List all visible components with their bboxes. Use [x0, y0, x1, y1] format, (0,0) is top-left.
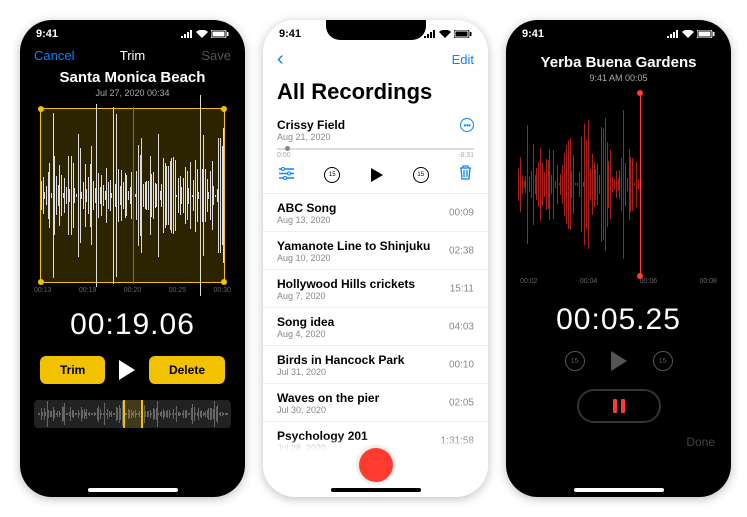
- trim-waveform[interactable]: [30, 108, 235, 283]
- recording-subtitle: Jul 27, 2020 00:34: [20, 88, 245, 98]
- status-time: 9:41: [279, 28, 301, 40]
- home-indicator[interactable]: [331, 488, 421, 492]
- scrub-end: -8:31: [458, 152, 474, 159]
- notch: [326, 20, 426, 40]
- play-icon[interactable]: [119, 360, 135, 380]
- save-button: Save: [201, 48, 231, 63]
- status-time: 9:41: [36, 28, 58, 40]
- skip-back-icon[interactable]: 15: [565, 351, 585, 371]
- elapsed-time: 00:05.25: [506, 303, 731, 337]
- skip-forward-icon[interactable]: 15: [413, 167, 429, 183]
- cancel-button[interactable]: Cancel: [34, 48, 74, 63]
- recording-item[interactable]: ABC Song Aug 13, 2020 00:09: [263, 194, 488, 232]
- phone-recording-screen: 9:41 Yerba Buena Gardens 9:41 AM 00:05 0…: [506, 20, 731, 497]
- status-icons: [424, 30, 472, 38]
- item-date: Aug 13, 2020: [277, 215, 474, 225]
- done-button[interactable]: Done: [686, 435, 715, 449]
- recording-title-block: Yerba Buena Gardens 9:41 AM 00:05: [506, 54, 731, 83]
- recording-list: ABC Song Aug 13, 2020 00:09Yamanote Line…: [263, 194, 488, 460]
- overview-strip[interactable]: [34, 400, 231, 428]
- trash-icon[interactable]: [459, 165, 472, 185]
- phone-trim-screen: 9:41 Cancel Trim Save Santa Monica Beach…: [20, 20, 245, 497]
- phone-list-screen: 9:41 ‹ Edit All Recordings Crissy Field …: [263, 20, 488, 497]
- more-icon[interactable]: •••: [460, 118, 474, 132]
- strip-selection[interactable]: [123, 400, 143, 428]
- item-date: Aug 7, 2020: [277, 291, 474, 301]
- item-duration: 02:05: [449, 397, 474, 408]
- item-title: Birds in Hancock Park: [277, 353, 474, 367]
- back-button[interactable]: ‹: [277, 48, 284, 71]
- scrubber[interactable]: [277, 148, 474, 150]
- trim-nav-bar: Cancel Trim Save: [20, 42, 245, 69]
- skip-forward-icon[interactable]: 15: [653, 351, 673, 371]
- item-date: Jul 31, 2020: [277, 367, 474, 377]
- item-date: Aug 4, 2020: [277, 329, 474, 339]
- list-title: All Recordings: [277, 79, 474, 105]
- list-header: All Recordings: [263, 77, 488, 111]
- status-icons: [667, 30, 715, 38]
- item-date: Aug 10, 2020: [277, 253, 474, 263]
- item-title: Song idea: [277, 315, 474, 329]
- status-icons: [181, 30, 229, 38]
- status-time: 9:41: [522, 28, 544, 40]
- recording-item[interactable]: Hollywood Hills crickets Aug 7, 2020 15:…: [263, 270, 488, 308]
- pause-icon: [613, 399, 625, 413]
- trim-button[interactable]: Trim: [40, 356, 105, 384]
- delete-button[interactable]: Delete: [149, 356, 225, 384]
- recording-expanded[interactable]: Crissy Field Aug 21, 2020 ••• 0:00 -8:31…: [263, 111, 488, 194]
- recording-name: Santa Monica Beach: [20, 69, 245, 86]
- recording-name: Yerba Buena Gardens: [506, 54, 731, 71]
- expanded-title: Crissy Field: [277, 118, 345, 132]
- playhead[interactable]: [133, 107, 134, 284]
- time-ticks: 00:1300:1900:2000:2500:30: [20, 287, 245, 294]
- item-title: ABC Song: [277, 201, 474, 215]
- item-duration: 02:38: [449, 245, 474, 256]
- home-indicator[interactable]: [88, 488, 178, 492]
- item-title: Waves on the pier: [277, 391, 474, 405]
- home-indicator[interactable]: [574, 488, 664, 492]
- skip-back-icon[interactable]: 15: [324, 167, 340, 183]
- record-button[interactable]: [356, 445, 396, 485]
- recording-item[interactable]: Song idea Aug 4, 2020 04:03: [263, 308, 488, 346]
- scrub-start: 0:00: [277, 152, 291, 159]
- edit-button[interactable]: Edit: [452, 52, 474, 67]
- recording-subtitle: 9:41 AM 00:05: [506, 73, 731, 83]
- record-button-area: [263, 437, 488, 485]
- item-date: Jul 30, 2020: [277, 405, 474, 415]
- item-title: Yamanote Line to Shinjuku: [277, 239, 474, 253]
- item-duration: 00:09: [449, 207, 474, 218]
- item-duration: 04:03: [449, 321, 474, 332]
- play-icon[interactable]: [371, 168, 383, 182]
- recording-item[interactable]: Waves on the pier Jul 30, 2020 02:05: [263, 384, 488, 422]
- notch: [83, 20, 183, 40]
- expanded-date: Aug 21, 2020: [277, 132, 345, 142]
- recording-title-block: Santa Monica Beach Jul 27, 2020 00:34: [20, 69, 245, 98]
- record-head: [640, 93, 641, 276]
- item-duration: 00:10: [449, 359, 474, 370]
- recording-item[interactable]: Birds in Hancock Park Jul 31, 2020 00:10: [263, 346, 488, 384]
- list-nav-bar: ‹ Edit: [263, 42, 488, 77]
- item-duration: 15:11: [450, 283, 474, 294]
- recording-item[interactable]: Yamanote Line to Shinjuku Aug 10, 2020 0…: [263, 232, 488, 270]
- scrubber-knob[interactable]: [285, 146, 290, 151]
- play-icon: [611, 351, 627, 371]
- elapsed-time: 00:19.06: [20, 308, 245, 342]
- options-icon[interactable]: [279, 167, 294, 183]
- trim-nav-title: Trim: [120, 48, 146, 63]
- item-title: Hollywood Hills crickets: [277, 277, 474, 291]
- live-waveform: [512, 97, 725, 272]
- notch: [569, 20, 669, 40]
- pause-button[interactable]: [577, 389, 661, 423]
- time-ticks: 00:0200:0400:0600:08: [506, 278, 731, 285]
